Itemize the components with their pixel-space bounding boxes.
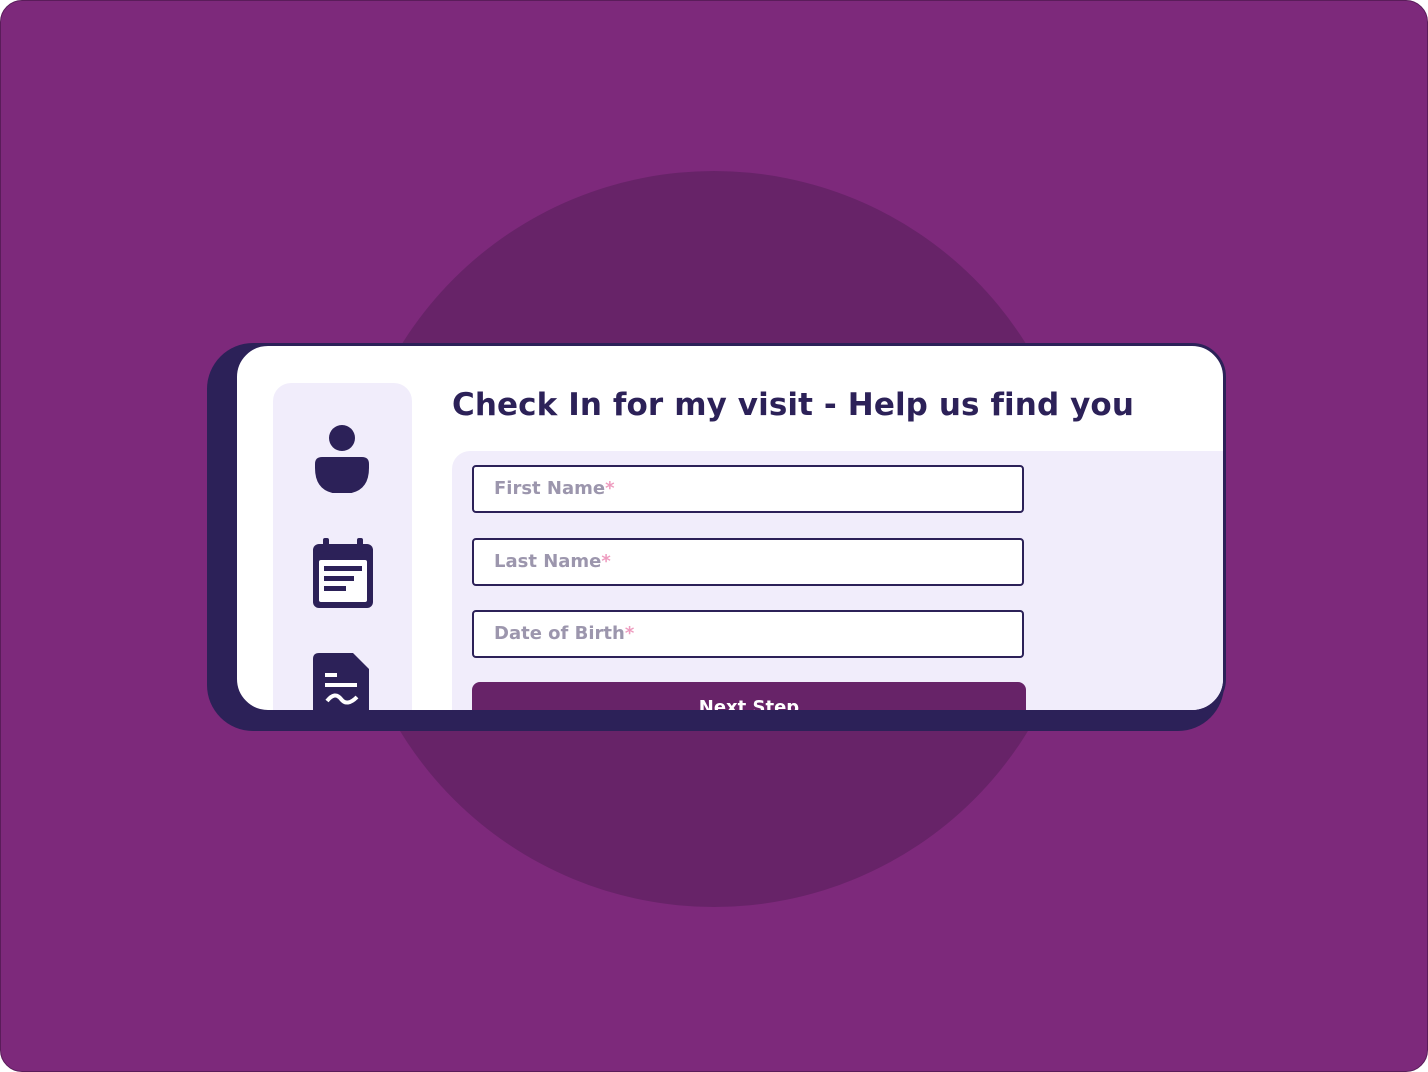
signed-document-icon[interactable] bbox=[313, 653, 371, 713]
step-sidebar bbox=[273, 383, 412, 713]
date-of-birth-field[interactable]: Date of Birth* bbox=[472, 610, 1024, 658]
date-of-birth-placeholder: Date of Birth* bbox=[494, 623, 634, 644]
next-step-button[interactable]: Next Step bbox=[472, 682, 1026, 710]
last-name-field[interactable]: Last Name* bbox=[472, 538, 1024, 586]
required-marker: * bbox=[605, 478, 615, 499]
background-canvas: Check In for my visit - Help us find you… bbox=[0, 0, 1428, 1072]
calendar-icon[interactable] bbox=[313, 538, 373, 608]
check-in-card: Check In for my visit - Help us find you… bbox=[234, 343, 1226, 713]
first-name-placeholder: First Name* bbox=[494, 478, 615, 499]
required-marker: * bbox=[624, 623, 635, 644]
user-icon[interactable] bbox=[313, 423, 371, 493]
first-name-field[interactable]: First Name* bbox=[472, 465, 1024, 513]
first-name-placeholder-text: First Name bbox=[494, 478, 606, 499]
date-of-birth-placeholder-text: Date of Birth bbox=[494, 623, 625, 644]
check-in-form: First Name* Last Name* Date of Birth* Ne… bbox=[452, 451, 1223, 710]
last-name-placeholder-text: Last Name bbox=[494, 551, 602, 572]
required-marker: * bbox=[601, 551, 611, 572]
last-name-placeholder: Last Name* bbox=[494, 551, 611, 572]
page-title: Check In for my visit - Help us find you bbox=[452, 387, 1135, 423]
